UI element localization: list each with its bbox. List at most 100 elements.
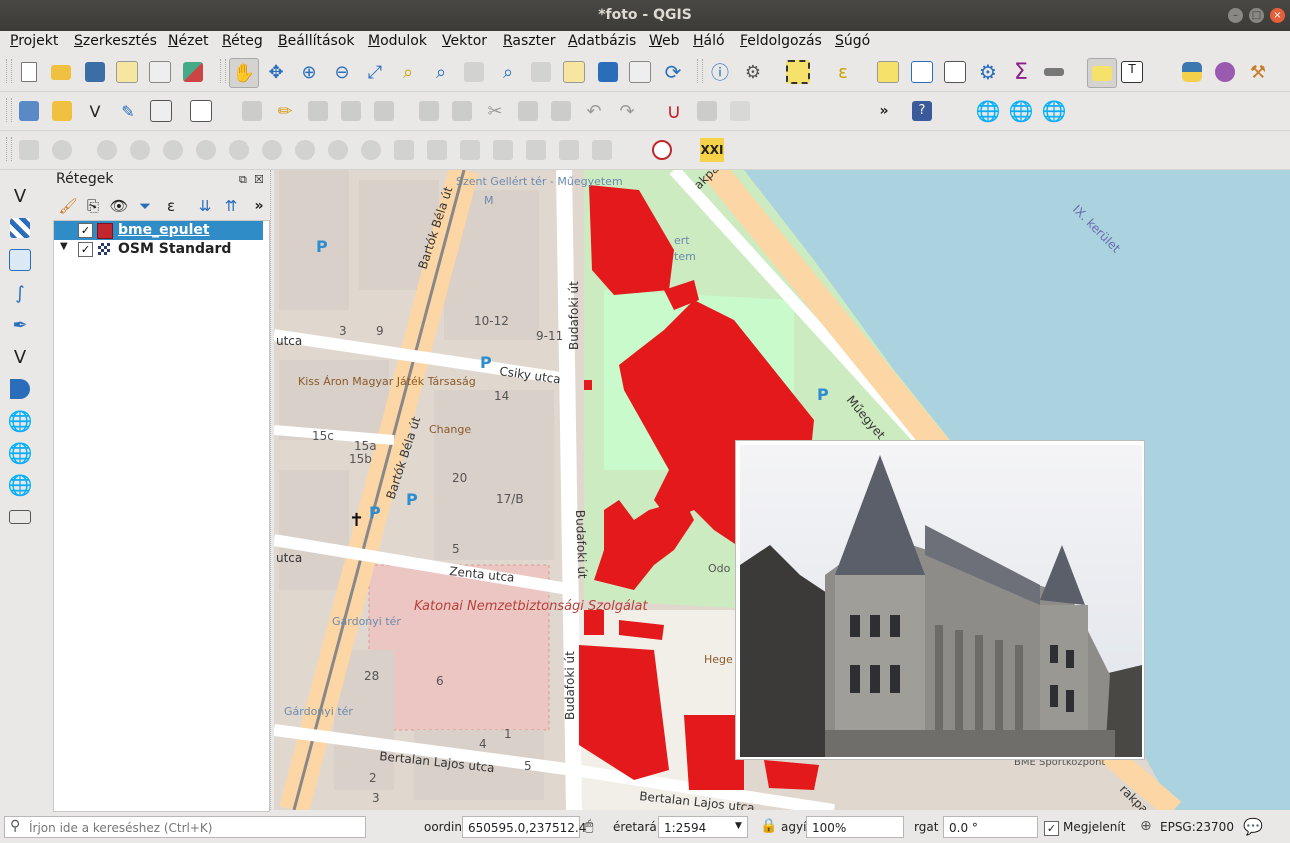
simplify-icon[interactable] [491,138,515,162]
fill-ring-icon[interactable] [128,138,152,162]
wms-layer-icon[interactable]: 🌐 [976,99,1001,123]
delete-part-icon[interactable] [194,138,218,162]
add-raster-layer-icon[interactable] [8,216,32,240]
toolbar-grip[interactable] [6,98,12,122]
undo-icon[interactable]: ↶ [582,99,606,123]
maximize-icon[interactable]: □ [1249,8,1264,23]
help-icon[interactable]: ? [910,99,934,123]
snapping-icon[interactable]: ∪ [662,99,686,123]
zoom-next-icon[interactable] [529,60,553,84]
menu-web[interactable]: Web [649,33,680,49]
filter-legend-icon[interactable]: ⏷ [133,194,157,218]
toolbar-grip[interactable] [6,137,12,161]
zoom-in-icon[interactable]: ⊕ [297,60,321,84]
minimize-icon[interactable]: – [1228,8,1243,23]
close-icon[interactable]: × [1270,8,1285,23]
style-manager-icon[interactable] [181,60,205,84]
map-canvas[interactable]: Bartók Béla út Bartók Béla út Csiky utca… [274,170,1290,810]
layer-visibility-checkbox[interactable]: ✓ [78,223,93,238]
new-shapefile-icon[interactable]: V [83,99,107,123]
trim-extend-icon[interactable] [524,138,548,162]
rotation-spinbox[interactable]: 0.0 ° [943,816,1038,838]
geocoding-icon[interactable]: 🌐 [1042,99,1067,123]
menu-adatbazis[interactable]: Adatbázis [568,33,636,49]
close-panel-icon[interactable]: ☒ [254,173,264,186]
new-geopackage-icon[interactable] [50,99,74,123]
add-part-icon[interactable] [95,138,119,162]
identify-features-icon[interactable]: ⓘ [708,60,732,84]
float-panel-icon[interactable]: ⧉ [239,173,247,187]
magnifier-spinbox[interactable]: 100% [806,816,904,838]
toolbar-overflow-button[interactable]: » [872,99,896,123]
panel-overflow-button[interactable]: » [247,194,271,218]
crs-label[interactable]: EPSG:23700 [1160,820,1234,834]
add-wms-icon[interactable] [8,377,32,401]
menu-halo[interactable]: Háló [693,33,725,49]
show-bookmarks-icon[interactable] [628,60,652,84]
new-map-view-icon[interactable] [562,60,586,84]
zoom-to-selection-icon[interactable]: ⌕ [396,60,420,84]
visibility-icon[interactable]: 👁 [107,194,131,218]
snap-mode-icon[interactable] [695,99,719,123]
offset-curve-icon[interactable] [260,138,284,162]
delete-ring-icon[interactable] [161,138,185,162]
add-delimited-text-icon[interactable]: ∫ [8,281,32,305]
attribute-table-icon[interactable] [910,60,934,84]
delete-selected-icon[interactable] [450,99,474,123]
rotate-point-symbols-icon[interactable] [425,138,449,162]
vertex-tool-icon[interactable] [372,99,396,123]
layer-visibility-checkbox[interactable]: ✓ [78,242,93,257]
add-vector-layer-icon[interactable]: V [8,184,32,208]
new-temp-layer-icon[interactable]: ✎ [116,99,140,123]
zoom-full-icon[interactable]: ⤢ [363,60,387,84]
paste-features-icon[interactable] [549,99,573,123]
reverse-line-icon[interactable] [590,138,614,162]
snap-type-icon[interactable] [728,99,752,123]
zoom-native-icon[interactable] [462,60,486,84]
label-tool-icon[interactable]: XXI [700,138,724,162]
split-features-icon[interactable] [293,138,317,162]
copy-features-icon[interactable] [516,99,540,123]
zoom-last-icon[interactable]: ⌕ [496,60,520,84]
run-action-icon[interactable]: ⚙ [741,60,765,84]
coordinate-field[interactable]: 650595.0,237512.4 [462,816,586,838]
toggle-extents-icon[interactable]: 🖱 [585,818,593,834]
add-arcgis-icon[interactable]: 🌐 [8,473,33,497]
menu-vektor[interactable]: Vektor [442,33,487,49]
layer-row-bme-epulet[interactable]: ✓ bme_epulet [54,221,267,240]
cad-tools-icon[interactable] [17,138,41,162]
field-calculator-icon[interactable] [943,60,967,84]
menu-sugo[interactable]: Súgó [835,33,870,49]
align-icon[interactable] [557,138,581,162]
toolbar-grip[interactable] [6,59,12,83]
toggle-editing-icon[interactable]: ✏ [273,99,297,123]
menu-reteg[interactable]: Réteg [222,33,263,49]
add-wfs-icon[interactable]: 🌐 [8,441,33,465]
save-project-icon[interactable] [83,60,107,84]
layer-row-osm-standard[interactable]: ▼ ✓ OSM Standard [54,240,267,259]
zoom-out-icon[interactable]: ⊖ [330,60,354,84]
menu-beallitasok[interactable]: Beállítások [278,33,355,49]
add-virtual-tile-icon[interactable] [8,505,32,529]
statistics-icon[interactable]: Σ [1009,60,1033,85]
data-source-manager-icon[interactable] [17,99,41,123]
toolbox-icon[interactable]: ⚙ [976,60,1000,84]
new-bookmark-icon[interactable] [596,60,620,84]
locator-search-input[interactable]: Írjon ide a kereséshez (Ctrl+K) [4,816,366,838]
menu-raszter[interactable]: Raszter [503,33,556,49]
new-print-layout-icon[interactable] [115,60,139,84]
wfs-layer-icon[interactable]: 🌐 [1009,99,1034,123]
zoom-to-layer-icon[interactable]: ⌕ [429,60,453,84]
crs-globe-icon[interactable]: ⊕ [1140,818,1152,834]
collapse-arrow-icon[interactable]: ▼ [60,241,68,252]
pan-map-icon[interactable]: ✋ [229,58,259,88]
python-console-icon[interactable] [1180,60,1204,84]
current-edits-icon[interactable] [240,99,264,123]
messages-icon[interactable]: 💬 [1243,817,1263,836]
expand-all-icon[interactable]: ⇊ [193,194,217,218]
lock-scale-icon[interactable]: 🔒 [760,818,777,834]
disable-tool-icon[interactable] [650,138,674,162]
deselect-all-icon[interactable] [876,60,900,84]
add-wcs-icon[interactable]: 🌐 [8,409,33,433]
add-virtual-layer-icon[interactable]: V [8,345,32,369]
